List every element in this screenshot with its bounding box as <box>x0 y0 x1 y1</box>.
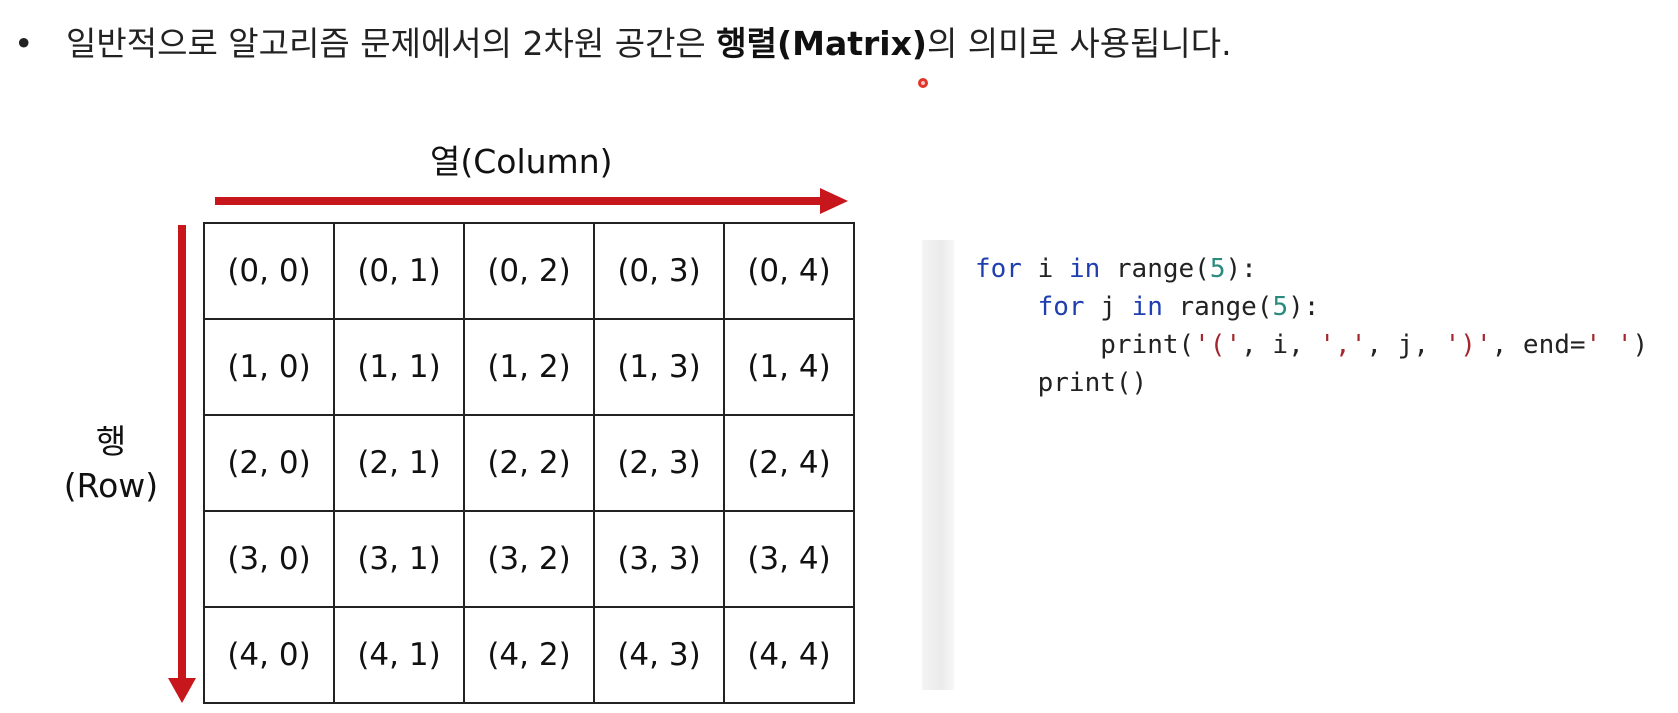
matrix-cell: (3, 1) <box>333 510 465 608</box>
matrix-row: (3, 0) (3, 1) (3, 2) (3, 3) (3, 4) <box>203 510 855 608</box>
matrix-cell: (3, 4) <box>723 510 855 608</box>
code-block: for i in range(5): for j in range(5): pr… <box>975 250 1648 402</box>
matrix-cell: (1, 0) <box>203 318 335 416</box>
matrix-cell: (1, 2) <box>463 318 595 416</box>
matrix-row: (4, 0) (4, 1) (4, 2) (4, 3) (4, 4) <box>203 606 855 704</box>
matrix-cell: (0, 4) <box>723 222 855 320</box>
matrix-cell: (1, 1) <box>333 318 465 416</box>
matrix-cell: (4, 1) <box>333 606 465 704</box>
matrix-cell: (0, 0) <box>203 222 335 320</box>
matrix-cell: (2, 2) <box>463 414 595 512</box>
matrix-cell: (3, 3) <box>593 510 725 608</box>
code-line-1: for i in range(5): <box>975 254 1257 284</box>
matrix-grid: (0, 0) (0, 1) (0, 2) (0, 3) (0, 4) (1, 0) (1, … <box>203 222 855 704</box>
code-gutter <box>922 240 954 690</box>
matrix-cell: (3, 0) <box>203 510 335 608</box>
matrix-cell: (0, 2) <box>463 222 595 320</box>
code-line-4: print() <box>1037 368 1148 398</box>
matrix-row: (1, 0) (1, 1) (1, 2) (1, 3) (1, 4) <box>203 318 855 416</box>
matrix-cell: (1, 4) <box>723 318 855 416</box>
code-line-3: print('(', i, ',', j, ')', end=' ') <box>1100 330 1649 360</box>
matrix-cell: (3, 2) <box>463 510 595 608</box>
matrix-cell: (0, 1) <box>333 222 465 320</box>
matrix-cell: (2, 0) <box>203 414 335 512</box>
matrix-cell: (4, 0) <box>203 606 335 704</box>
code-line-2: for j in range(5): <box>1037 292 1320 322</box>
matrix-cell: (2, 3) <box>593 414 725 512</box>
matrix-cell: (2, 1) <box>333 414 465 512</box>
matrix-cell: (1, 3) <box>593 318 725 416</box>
matrix-cell: (0, 3) <box>593 222 725 320</box>
matrix-cell: (2, 4) <box>723 414 855 512</box>
matrix-row: (2, 0) (2, 1) (2, 2) (2, 3) (2, 4) <box>203 414 855 512</box>
matrix-cell: (4, 4) <box>723 606 855 704</box>
matrix-row: (0, 0) (0, 1) (0, 2) (0, 3) (0, 4) <box>203 222 855 320</box>
matrix-cell: (4, 2) <box>463 606 595 704</box>
row-arrow-head-icon <box>168 678 196 703</box>
column-arrow-head-icon <box>820 188 848 214</box>
matrix-cell: (4, 3) <box>593 606 725 704</box>
